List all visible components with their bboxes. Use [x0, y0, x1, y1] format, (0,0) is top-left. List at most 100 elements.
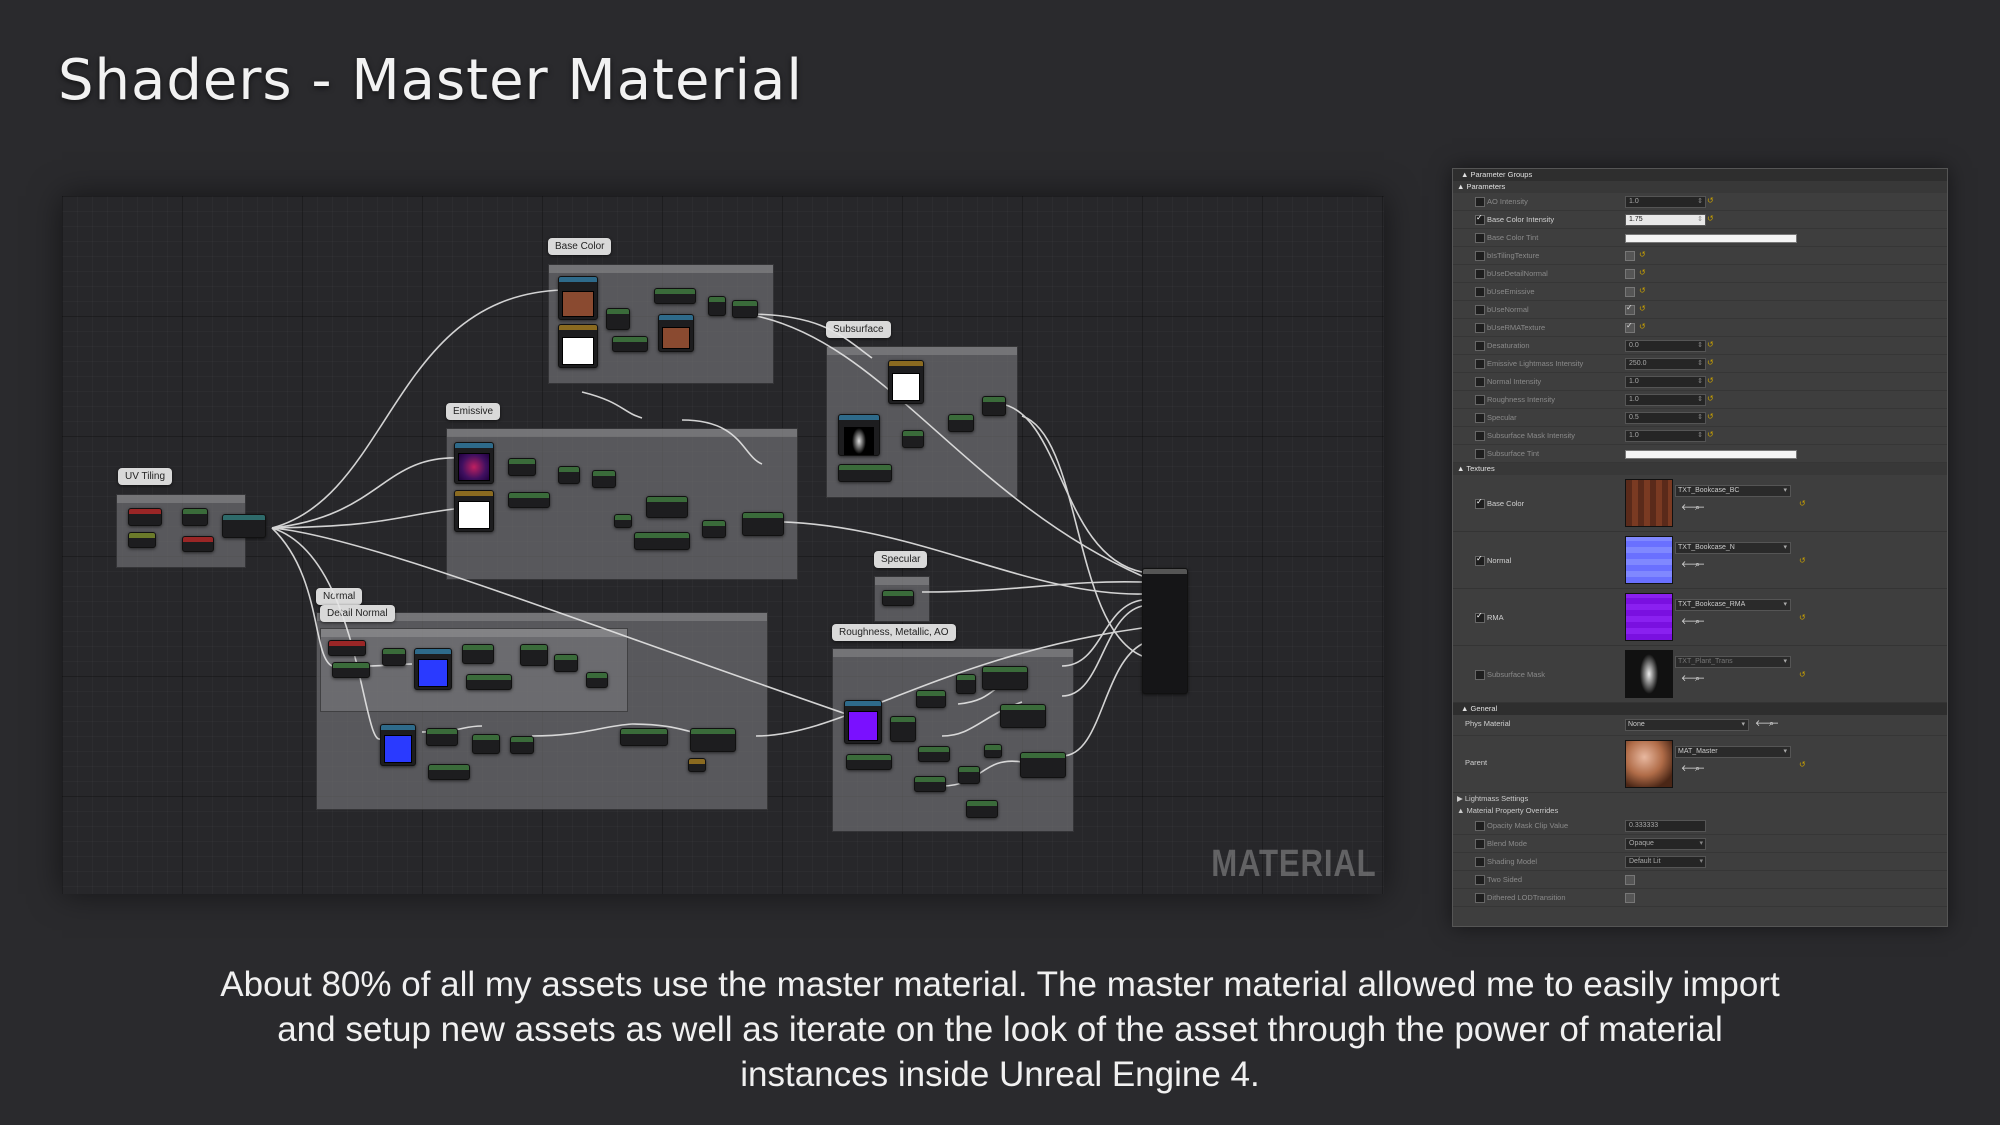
graph-node[interactable] — [1020, 752, 1066, 778]
section-parameter-groups[interactable]: ▲ Parameter Groups — [1453, 169, 1947, 181]
graph-node[interactable] — [508, 458, 536, 476]
graph-node[interactable] — [586, 672, 608, 688]
texture-thumbnail[interactable] — [1625, 479, 1673, 527]
override-checkbox[interactable] — [1475, 497, 1485, 509]
reset-to-default-icon[interactable]: ↺ — [1799, 556, 1806, 565]
parameter-value-field[interactable]: 1.75 ⇕ — [1625, 214, 1706, 226]
override-checkbox[interactable] — [1475, 251, 1485, 261]
use-selected-arrow-icon[interactable]: 🡐 — [1681, 502, 1705, 513]
parameter-value-field[interactable]: 1.0 ⇕ — [1625, 376, 1706, 388]
graph-node[interactable] — [948, 414, 974, 432]
graph-node[interactable] — [472, 734, 500, 754]
graph-node[interactable] — [620, 728, 668, 746]
use-selected-arrow-icon[interactable]: 🡐 — [1681, 559, 1705, 570]
override-checkbox[interactable] — [1475, 269, 1485, 279]
graph-node[interactable] — [956, 674, 976, 694]
parent-material-thumbnail[interactable] — [1625, 740, 1673, 788]
override-checkbox[interactable] — [1475, 341, 1485, 351]
graph-node[interactable] — [742, 512, 784, 536]
graph-node[interactable] — [508, 492, 550, 508]
section-general[interactable]: ▲ General — [1453, 703, 1947, 715]
graph-node[interactable] — [654, 288, 696, 304]
graph-node[interactable] — [918, 746, 950, 762]
override-checkbox[interactable] — [1475, 821, 1485, 831]
material-graph-canvas[interactable]: UV Tiling Base Color Subsurface Emissive… — [62, 196, 1384, 894]
graph-node[interactable] — [414, 648, 452, 690]
reset-to-default-icon[interactable]: ↺ — [1799, 613, 1806, 622]
override-checkbox[interactable] — [1475, 413, 1485, 423]
override-checkbox[interactable] — [1475, 359, 1485, 369]
graph-node[interactable] — [128, 508, 162, 526]
reset-to-default-icon[interactable]: ↺ — [1707, 214, 1714, 223]
parameter-value-field[interactable]: 1.0 ⇕ — [1625, 430, 1706, 442]
reset-to-default-icon[interactable]: ↺ — [1639, 250, 1646, 259]
graph-node[interactable] — [916, 690, 946, 708]
graph-node[interactable] — [558, 276, 598, 320]
graph-node[interactable] — [838, 464, 892, 482]
reset-to-default-icon[interactable]: ↺ — [1707, 340, 1714, 349]
section-textures[interactable]: ▲ Textures — [1453, 463, 1947, 475]
reset-to-default-icon[interactable]: ↺ — [1707, 394, 1714, 403]
graph-node[interactable] — [690, 728, 736, 752]
override-checkbox[interactable] — [1475, 197, 1485, 207]
graph-node[interactable] — [592, 470, 616, 488]
graph-node[interactable] — [958, 766, 980, 784]
use-selected-arrow-icon[interactable]: 🡐 — [1681, 616, 1705, 627]
bool-value-checkbox[interactable] — [1625, 251, 1635, 261]
graph-node[interactable] — [462, 644, 494, 664]
reset-to-default-icon[interactable]: ↺ — [1639, 304, 1646, 313]
graph-node[interactable] — [646, 496, 688, 518]
graph-node[interactable] — [182, 536, 214, 552]
phys-material-dropdown[interactable]: None ▾ — [1625, 719, 1749, 731]
graph-node[interactable] — [454, 442, 494, 484]
texture-asset-dropdown[interactable]: TXT_Bookcase_N ▾ — [1675, 542, 1791, 554]
graph-node[interactable] — [380, 724, 416, 766]
graph-node[interactable] — [454, 490, 494, 532]
reset-to-default-icon[interactable]: ↺ — [1799, 499, 1806, 508]
reset-to-default-icon[interactable]: ↺ — [1799, 670, 1806, 679]
override-checkbox[interactable] — [1475, 875, 1485, 885]
browse-search-icon[interactable]: ⌕ — [1695, 559, 1700, 570]
graph-node[interactable] — [846, 754, 892, 770]
override-checkbox[interactable] — [1475, 554, 1485, 566]
use-selected-arrow-icon[interactable]: 🡐 — [1681, 673, 1705, 684]
graph-node[interactable] — [984, 744, 1002, 758]
graph-node[interactable] — [558, 324, 598, 368]
graph-node[interactable] — [708, 296, 726, 316]
override-value-field[interactable]: 0.333333 — [1625, 820, 1706, 832]
graph-node[interactable] — [428, 764, 470, 780]
texture-thumbnail[interactable] — [1625, 593, 1673, 641]
override-checkbox[interactable] — [1475, 287, 1485, 297]
graph-node[interactable] — [510, 736, 534, 754]
browse-search-icon[interactable]: ⌕ — [1695, 502, 1700, 513]
graph-node[interactable] — [732, 300, 758, 318]
parameter-value-field[interactable]: 0.5 ⇕ — [1625, 412, 1706, 424]
parameter-value-field[interactable]: 250.0 ⇕ — [1625, 358, 1706, 370]
parameter-value-field[interactable]: 1.0 ⇕ — [1625, 394, 1706, 406]
override-checkbox[interactable] — [1475, 395, 1485, 405]
reset-to-default-icon[interactable]: ↺ — [1707, 376, 1714, 385]
reset-to-default-icon[interactable]: ↺ — [1799, 760, 1806, 769]
graph-node[interactable] — [466, 674, 512, 690]
reset-to-default-icon[interactable]: ↺ — [1639, 286, 1646, 295]
graph-node[interactable] — [614, 514, 632, 528]
reset-to-default-icon[interactable]: ↺ — [1707, 358, 1714, 367]
override-checkbox[interactable] — [1475, 305, 1485, 315]
bool-value-checkbox[interactable] — [1625, 321, 1635, 333]
texture-thumbnail[interactable] — [1625, 536, 1673, 584]
graph-node[interactable] — [888, 360, 924, 404]
browse-search-icon[interactable]: ⌕ — [1769, 718, 1774, 729]
graph-node[interactable] — [702, 520, 726, 538]
bool-value-checkbox[interactable] — [1625, 269, 1635, 279]
material-output-node[interactable] — [1142, 568, 1188, 694]
graph-node[interactable] — [966, 800, 998, 818]
graph-node[interactable] — [222, 514, 266, 538]
override-checkbox[interactable] — [1475, 839, 1485, 849]
override-checkbox[interactable] — [1475, 893, 1485, 903]
color-swatch[interactable] — [1625, 234, 1797, 243]
graph-node[interactable] — [612, 336, 648, 352]
color-swatch[interactable] — [1625, 450, 1797, 459]
graph-node[interactable] — [332, 662, 370, 678]
use-selected-arrow-icon[interactable]: 🡐 — [1681, 763, 1705, 774]
graph-node[interactable] — [914, 776, 946, 792]
